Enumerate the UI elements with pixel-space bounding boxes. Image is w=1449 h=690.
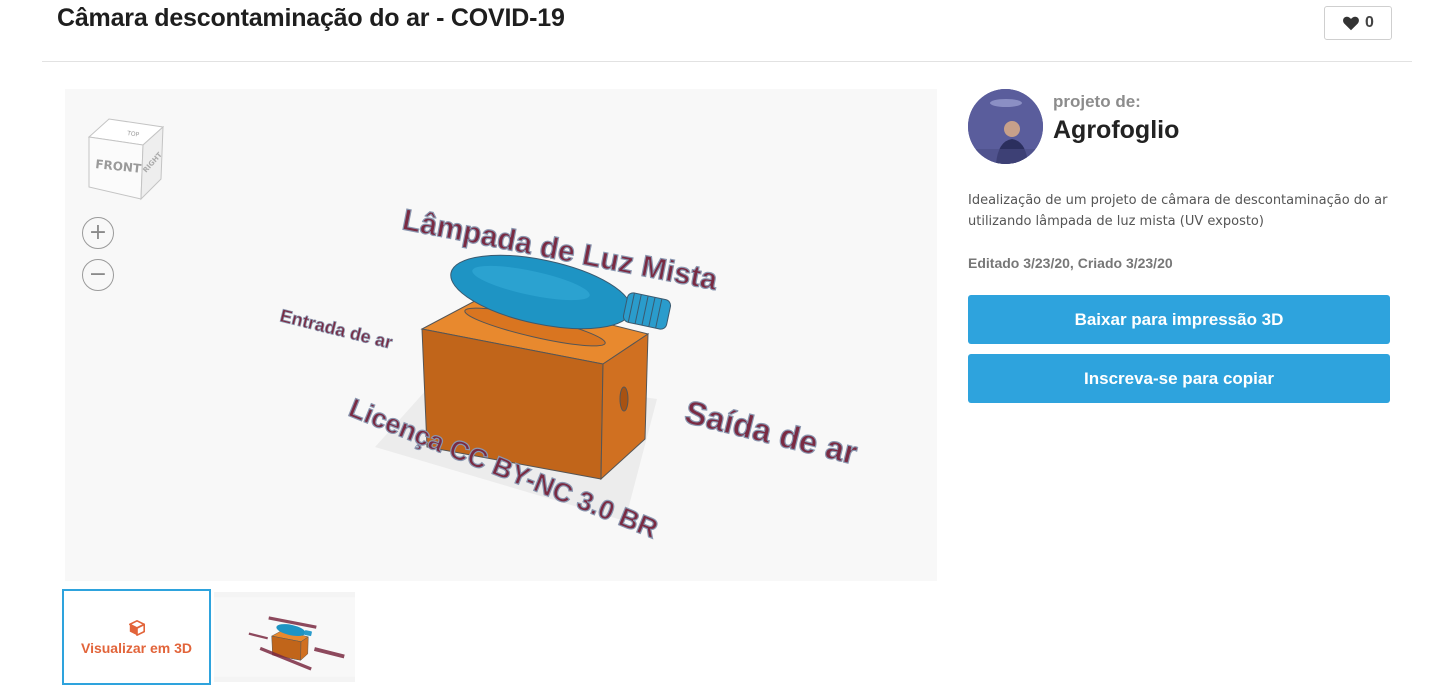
author-avatar[interactable] bbox=[968, 89, 1043, 164]
zoom-out-icon: − bbox=[88, 262, 108, 287]
like-button[interactable]: 0 bbox=[1324, 6, 1392, 40]
viewcube[interactable]: TOP FRONT RIGHT bbox=[85, 115, 169, 201]
design-description: Idealização de um projeto de câmara de d… bbox=[968, 193, 1388, 229]
design-image-thumbnail[interactable] bbox=[214, 592, 355, 682]
download-3d-print-button[interactable]: Baixar para impressão 3D bbox=[968, 295, 1390, 344]
like-count: 0 bbox=[1365, 14, 1374, 31]
zoom-out-button[interactable]: − bbox=[82, 259, 114, 291]
page-title: Câmara descontaminação do ar - COVID-19 bbox=[57, 4, 565, 32]
model-scene[interactable]: Lâmpada de Luz Mista Entrada de ar Saída… bbox=[65, 89, 937, 581]
view-3d-label: Visualizar em 3D bbox=[80, 639, 193, 656]
design-dates: Editado 3/23/20, Criado 3/23/20 bbox=[968, 255, 1173, 271]
model-viewer[interactable]: Lâmpada de Luz Mista Entrada de ar Saída… bbox=[65, 89, 937, 581]
cube-icon bbox=[128, 619, 145, 636]
zoom-in-button[interactable]: + bbox=[82, 217, 114, 249]
view-3d-thumbnail[interactable]: Visualizar em 3D bbox=[62, 589, 211, 685]
author-by-label: projeto de: bbox=[1053, 92, 1141, 111]
zoom-in-icon: + bbox=[88, 220, 108, 245]
subscribe-to-copy-button[interactable]: Inscreva-se para copiar bbox=[968, 354, 1390, 403]
design-thumbnail-image bbox=[214, 597, 355, 677]
model-label-intake: Entrada de ar bbox=[278, 305, 394, 352]
outlet-hole bbox=[619, 386, 629, 412]
heart-icon bbox=[1343, 16, 1359, 31]
header-divider bbox=[42, 61, 1412, 62]
model-label-outlet: Saída de ar bbox=[681, 393, 861, 472]
author-name[interactable]: Agrofoglio bbox=[1053, 116, 1179, 145]
